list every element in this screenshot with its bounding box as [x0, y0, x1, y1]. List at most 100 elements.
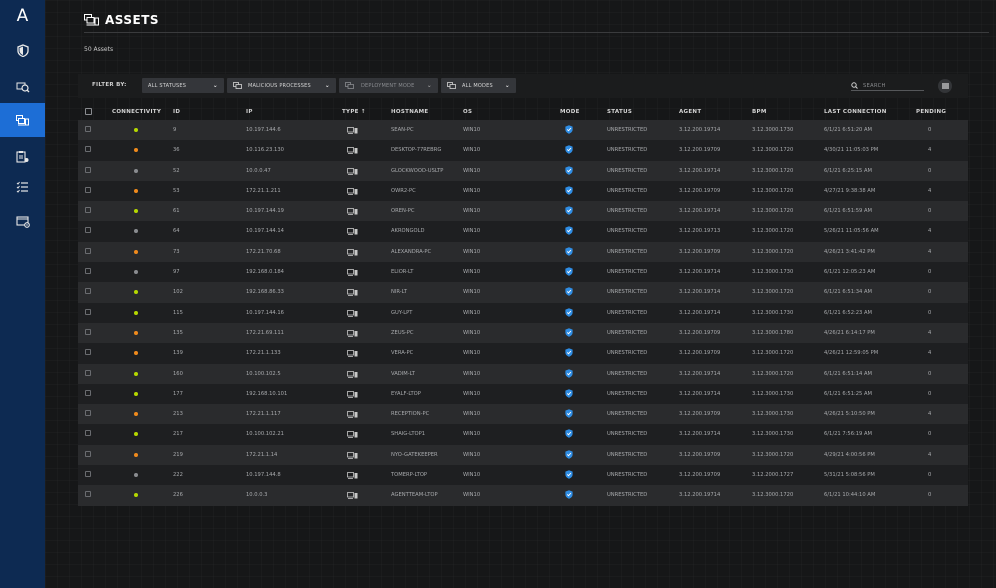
col-agent[interactable]: AGENT [679, 109, 701, 115]
connectivity-dot [134, 432, 138, 437]
col-last-connection[interactable]: LAST CONNECTION [824, 109, 887, 115]
col-pending[interactable]: PENDING [916, 109, 946, 115]
connectivity-dot [134, 270, 138, 275]
row-checkbox[interactable] [85, 186, 91, 193]
row-checkbox[interactable] [85, 308, 91, 315]
cell-id: 52 [173, 167, 180, 174]
col-status[interactable]: STATUS [607, 109, 632, 115]
table-row[interactable]: 139 172.21.1.133 VERA-PC WIN10 UNRESTRICTED 3… [78, 343, 968, 364]
nav-assets[interactable] [0, 103, 45, 137]
table-row[interactable]: 36 10.116.23.130 DESKTOP-77REBRG WIN10 UNRES… [78, 140, 968, 161]
nav-checklist[interactable] [0, 170, 45, 204]
table-row[interactable]: 226 10.0.0.3 AGENTTEAM-LTOP WIN10 UNRESTRICT… [78, 485, 968, 506]
cell-last-connection: 6/1/21 10:44:10 AM [824, 492, 876, 499]
col-hostname[interactable]: HOSTNAME [391, 109, 428, 115]
cell-id: 226 [173, 492, 183, 499]
cell-hostname: SEAN-PC [391, 127, 414, 133]
nav-window-settings[interactable] [0, 205, 45, 239]
cell-status: UNRESTRICTED [607, 228, 648, 235]
processes-filter-dropdown[interactable]: MALICIOUS PROCESSES ⌄ [227, 78, 336, 93]
row-checkbox[interactable] [85, 247, 91, 254]
col-ip[interactable]: IP [246, 109, 253, 115]
chevron-down-icon: ⌄ [426, 82, 432, 89]
cell-id: 177 [173, 390, 183, 397]
table-row[interactable]: 177 192.168.10.101 EYALF-LTOP WIN10 UNRESTRI… [78, 383, 968, 405]
row-checkbox[interactable] [85, 126, 91, 132]
table-row[interactable]: 102 192.168.86.33 NIR-LT WIN10 UNRESTRICTED 3… [78, 282, 968, 303]
col-type[interactable]: TYPE ↑ [342, 109, 366, 115]
row-checkbox[interactable] [85, 207, 91, 214]
row-checkbox[interactable] [85, 268, 91, 275]
cell-pending: 0 [928, 370, 932, 377]
cell-status: UNRESTRICTED [607, 127, 648, 133]
cell-ip: 192.168.0.184 [246, 269, 284, 276]
cell-last-connection: 6/1/21 7:56:19 AM [824, 431, 873, 438]
app-logo[interactable]: A [0, 6, 45, 26]
deployment-filter-dropdown[interactable]: DEPLOYMENT MODE ⌄ [339, 78, 438, 93]
table-row[interactable]: 64 10.197.144.14 AKRONGOLD WIN10 UNRESTRICTE… [78, 221, 968, 242]
col-bpm[interactable]: BPM [752, 109, 767, 115]
cell-pending: 0 [928, 208, 932, 215]
row-checkbox[interactable] [85, 389, 91, 396]
window-settings-icon [15, 216, 30, 228]
col-id[interactable]: ID [173, 109, 180, 115]
row-checkbox[interactable] [85, 166, 91, 173]
row-checkbox[interactable] [85, 349, 91, 356]
table-row[interactable]: 135 172.21.69.111 ZEUS-PC WIN10 UNRESTRICTED… [78, 322, 968, 344]
table-row[interactable]: 52 10.0.0.47 GLOCKWOOD-USLTP WIN10 UNRESTRIC… [78, 160, 968, 181]
cell-os: WIN10 [463, 147, 481, 154]
modes-filter-dropdown[interactable]: ALL MODES ⌄ [441, 78, 516, 93]
cell-pending: 4 [928, 451, 932, 458]
row-checkbox[interactable] [85, 471, 91, 478]
column-settings-button[interactable] [938, 79, 952, 93]
cell-bpm: 3.12.3000.1730 [752, 127, 794, 133]
table-row[interactable]: 97 192.168.0.184 ELIOR-LT WIN10 UNRESTRICTED… [78, 262, 968, 283]
table-row[interactable]: 9 10.197.144.6 SEAN-PC WIN10 UNRESTRICTED 3.1… [78, 120, 968, 141]
row-checkbox[interactable] [85, 328, 91, 335]
row-checkbox[interactable] [85, 450, 91, 457]
main-content: ASSETS 50 Assets FILTER BY: ALL STATUSES… [45, 0, 996, 588]
table-row[interactable]: 115 10.197.144.16 GUY-LPT WIN10 UNRESTRICTED… [78, 302, 968, 323]
nav-search-devices[interactable] [0, 70, 45, 104]
table-row[interactable]: 213 172.21.1.117 RECEPTION-PC WIN10 UNRESTRI… [78, 404, 968, 425]
cell-ip: 172.21.1.211 [246, 187, 281, 194]
table-row[interactable]: 61 10.197.144.19 OREN-PC WIN10 UNRESTRICTED 3… [78, 201, 968, 222]
table-row[interactable]: 217 10.100.102.21 SHAIG-LTOP1 WIN10 UNRESTRI… [78, 424, 968, 445]
connectivity-dot [134, 330, 138, 335]
cell-agent: 3.12.200.19709 [679, 248, 721, 255]
row-checkbox[interactable] [85, 430, 91, 437]
table-row[interactable]: 73 172.21.70.68 ALEXANDRA-PC WIN10 UNRESTRIC… [78, 241, 968, 263]
cell-bpm: 3.12.3000.1720 [752, 289, 794, 296]
table-row[interactable]: 53 172.21.1.211 OWR2-PC WIN10 UNRESTRICTED 3.… [78, 180, 968, 202]
cell-last-connection: 6/1/21 6:51:34 AM [824, 289, 873, 296]
col-os[interactable]: OS [463, 109, 472, 115]
connectivity-dot [134, 452, 138, 457]
cell-os: WIN10 [463, 289, 481, 296]
row-checkbox[interactable] [85, 288, 91, 295]
table-row[interactable]: 222 10.197.144.8 TOMERP-LTOP WIN10 UNRESTRIC… [78, 465, 968, 486]
row-checkbox[interactable] [85, 369, 91, 376]
cell-hostname: ZEUS-PC [391, 329, 414, 336]
cell-hostname: SHAIG-LTOP1 [391, 431, 426, 438]
cell-os: WIN10 [463, 411, 481, 418]
row-checkbox[interactable] [85, 491, 91, 498]
col-connectivity[interactable]: CONNECTIVITY [112, 109, 161, 115]
status-filter-dropdown[interactable]: ALL STATUSES ⌄ [142, 78, 224, 93]
col-mode[interactable]: MODE [560, 109, 580, 115]
nav-clipboard[interactable] [0, 139, 45, 173]
select-all-checkbox[interactable] [85, 108, 92, 115]
nav-shield[interactable] [0, 33, 45, 67]
row-checkbox[interactable] [85, 410, 91, 417]
connectivity-dot [134, 493, 138, 498]
workstation-icon [347, 492, 358, 500]
search-input[interactable]: SEARCH [851, 80, 924, 91]
cell-id: 222 [173, 472, 183, 479]
table-row[interactable]: 160 10.100.102.5 VADIM-LT WIN10 UNRESTRICTED… [78, 363, 968, 384]
table-row[interactable]: 219 172.21.1.14 NYO-GATEKEEPER WIN10 UNRESTR… [78, 444, 968, 466]
connectivity-dot [134, 229, 138, 234]
row-checkbox[interactable] [85, 146, 91, 153]
cell-ip: 10.197.144.6 [246, 127, 281, 133]
cell-ip: 172.21.70.68 [246, 248, 281, 255]
cell-ip: 10.197.144.8 [246, 472, 281, 479]
row-checkbox[interactable] [85, 227, 91, 234]
